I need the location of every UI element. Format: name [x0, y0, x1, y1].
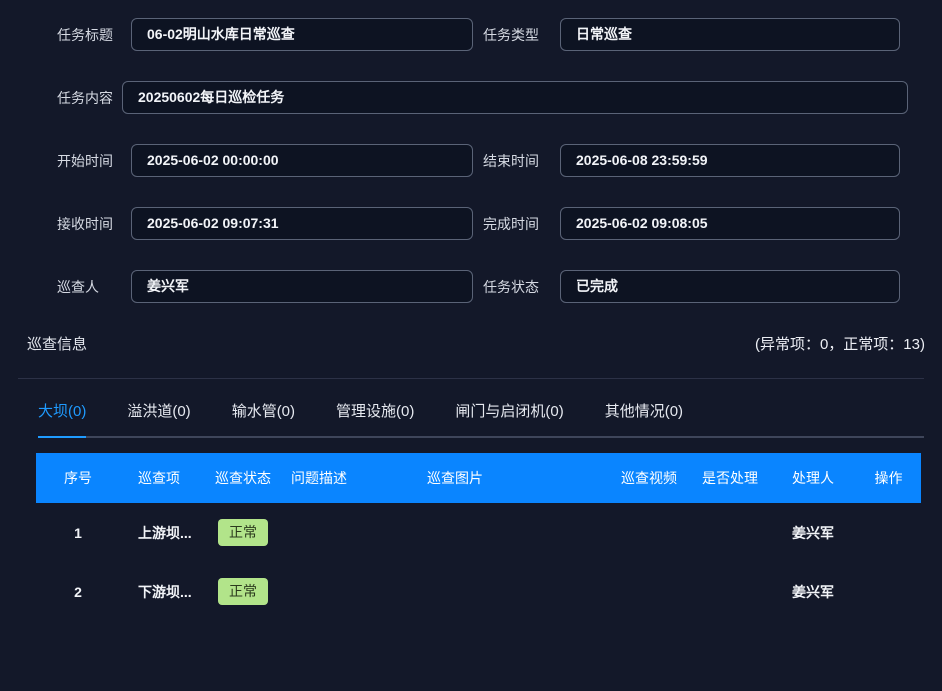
finish-time-label: 完成时间: [483, 214, 560, 234]
receive-time-label: 接收时间: [57, 214, 131, 234]
start-time-label: 开始时间: [57, 151, 131, 171]
form-row-start-end: 开始时间 2025-06-02 00:00:00 结束时间 2025-06-08…: [0, 144, 942, 177]
row-handler: 姜兴军: [770, 523, 856, 543]
task-type-label: 任务类型: [483, 25, 560, 45]
col-header-handler: 处理人: [770, 468, 856, 488]
col-header-handled: 是否处理: [690, 468, 770, 488]
inspection-summary: (异常项：0，正常项：13): [755, 333, 925, 354]
tab-qita[interactable]: 其他情况(0): [605, 400, 683, 438]
tab-zhamen[interactable]: 闸门与启闭机(0): [455, 400, 563, 438]
finish-time-field[interactable]: 2025-06-02 09:08:05: [560, 207, 900, 240]
start-time-field[interactable]: 2025-06-02 00:00:00: [131, 144, 473, 177]
form-row-receive-finish: 接收时间 2025-06-02 09:07:31 完成时间 2025-06-02…: [0, 207, 942, 240]
task-type-field[interactable]: 日常巡查: [560, 18, 900, 51]
inspection-section-header: 巡查信息 (异常项：0，正常项：13): [27, 333, 925, 354]
row-status: 正常: [200, 578, 286, 605]
row-no: 1: [36, 525, 120, 541]
form-row-title-type: 任务标题 06-02明山水库日常巡查 任务类型 日常巡查: [0, 18, 942, 51]
task-status-field[interactable]: 已完成: [560, 270, 900, 303]
end-time-label: 结束时间: [483, 151, 560, 171]
row-item: 上游坝...: [120, 523, 200, 543]
table-row: 1 上游坝... 正常 姜兴军: [36, 503, 921, 562]
inspection-table: 序号 巡查项 巡查状态 问题描述 巡查图片 巡查视频 是否处理 处理人 操作 1…: [36, 453, 921, 621]
inspection-title: 巡查信息: [27, 333, 87, 354]
tab-guanlisheshi[interactable]: 管理设施(0): [336, 400, 414, 438]
tab-daba[interactable]: 大坝(0): [38, 400, 86, 438]
col-header-video: 巡查视频: [608, 468, 690, 488]
inspector-label: 巡查人: [57, 277, 131, 297]
table-row: 2 下游坝... 正常 姜兴军: [36, 562, 921, 621]
table-header-row: 序号 巡查项 巡查状态 问题描述 巡查图片 巡查视频 是否处理 处理人 操作: [36, 453, 921, 503]
tab-yihongdao[interactable]: 溢洪道(0): [127, 400, 190, 438]
col-header-item: 巡查项: [120, 468, 200, 488]
row-item: 下游坝...: [120, 582, 200, 602]
form-row-content: 任务内容 20250602每日巡检任务: [0, 81, 942, 114]
row-no: 2: [36, 584, 120, 600]
status-badge: 正常: [218, 519, 268, 546]
col-header-desc: 问题描述: [286, 468, 422, 488]
row-status: 正常: [200, 519, 286, 546]
task-content-label: 任务内容: [57, 88, 122, 108]
task-content-field[interactable]: 20250602每日巡检任务: [122, 81, 908, 114]
form-row-inspector-status: 巡查人 姜兴军 任务状态 已完成: [0, 270, 942, 303]
task-title-label: 任务标题: [57, 25, 131, 45]
task-title-field[interactable]: 06-02明山水库日常巡查: [131, 18, 473, 51]
row-handler: 姜兴军: [770, 582, 856, 602]
task-detail-form: 任务标题 06-02明山水库日常巡查 任务类型 日常巡查 任务内容 202506…: [0, 0, 942, 303]
status-badge: 正常: [218, 578, 268, 605]
inspector-field[interactable]: 姜兴军: [131, 270, 473, 303]
col-header-no: 序号: [36, 468, 120, 488]
section-divider: [18, 378, 924, 379]
inspection-tabs: 大坝(0) 溢洪道(0) 输水管(0) 管理设施(0) 闸门与启闭机(0) 其他…: [38, 400, 924, 438]
col-header-image: 巡查图片: [422, 468, 608, 488]
col-header-action: 操作: [856, 468, 921, 488]
receive-time-field[interactable]: 2025-06-02 09:07:31: [131, 207, 473, 240]
end-time-field[interactable]: 2025-06-08 23:59:59: [560, 144, 900, 177]
col-header-status: 巡查状态: [200, 468, 286, 488]
task-status-label: 任务状态: [483, 277, 560, 297]
tab-shushuiguan[interactable]: 输水管(0): [232, 400, 295, 438]
